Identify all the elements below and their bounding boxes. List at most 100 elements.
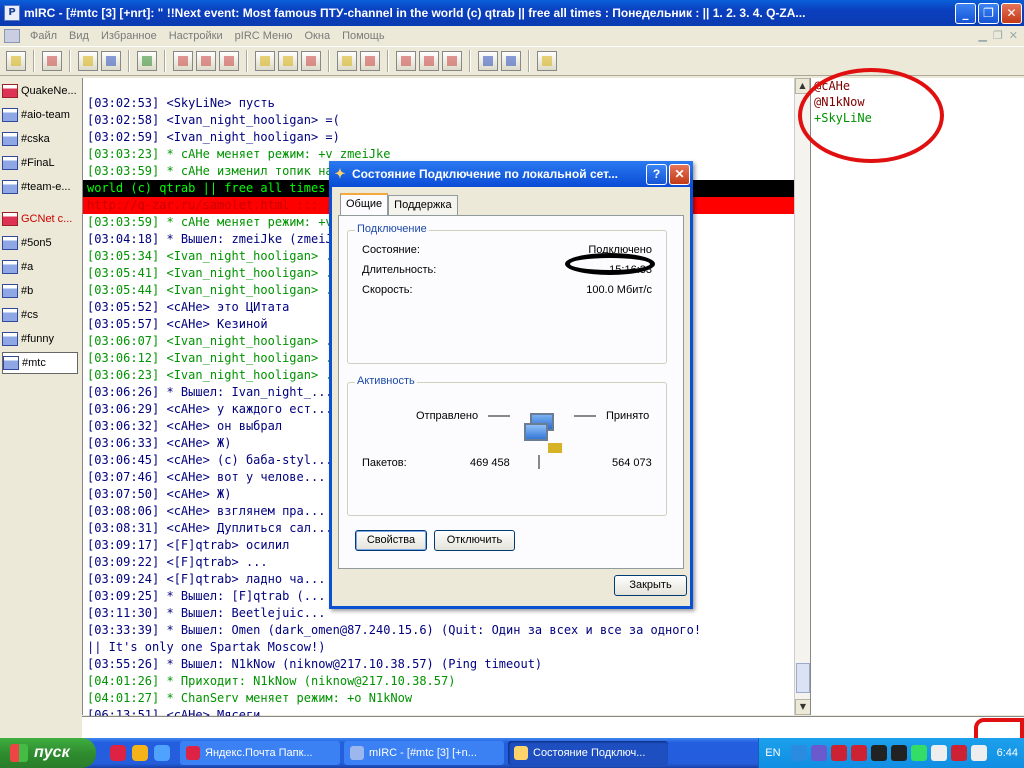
chat-scrollbar[interactable]: ▲ ▼ xyxy=(794,78,811,715)
tray-shield-icon[interactable] xyxy=(850,745,867,761)
tray-steam-icon[interactable] xyxy=(890,745,907,761)
switchbar-item[interactable]: #b xyxy=(2,280,78,302)
tray-k-icon[interactable] xyxy=(870,745,887,761)
switchbar-item-label: QuakeNe... xyxy=(21,85,77,97)
opera-icon[interactable] xyxy=(110,745,126,761)
speed-row: Скорость: 100.0 Мбит/с xyxy=(362,284,652,296)
popups-icon[interactable] xyxy=(278,51,298,71)
dialog-title: Состояние Подключение по локальной сет..… xyxy=(352,167,618,181)
help-button[interactable]: ? xyxy=(646,163,667,185)
properties-button[interactable]: Свойства xyxy=(355,530,427,551)
nick-list[interactable]: @cAHe @N1kNow +SkyLiNe xyxy=(810,78,1024,715)
mdi-close-icon[interactable]: ✕ xyxy=(1009,29,1018,42)
chat-line: [03:02:53] <SkyLiNe> пусть xyxy=(87,96,275,110)
help-icon[interactable] xyxy=(442,51,462,71)
dialog-close-text-button[interactable]: Закрыть xyxy=(614,575,687,596)
chat-line: [03:33:39] * Вышел: Omen (dark_omen@87.2… xyxy=(87,623,702,637)
mdi-restore-icon[interactable]: ❐ xyxy=(993,29,1003,42)
scripts-icon[interactable] xyxy=(301,51,321,71)
aliases-icon[interactable] xyxy=(255,51,275,71)
mdi-child-icon[interactable] xyxy=(4,28,20,43)
scroll-down-icon[interactable]: ▼ xyxy=(795,699,811,715)
channel-window-icon xyxy=(3,356,19,370)
sent-line xyxy=(488,415,510,417)
dcc-send-icon[interactable] xyxy=(337,51,357,71)
minimize-button[interactable]: _ xyxy=(955,2,976,24)
switchbar-item[interactable]: #FinaL xyxy=(2,152,78,174)
windows-logo-icon xyxy=(10,744,28,762)
received-line xyxy=(574,415,596,417)
maximize-button[interactable]: ❐ xyxy=(978,2,999,24)
log-icon[interactable] xyxy=(396,51,416,71)
dcc-chat-icon[interactable] xyxy=(360,51,380,71)
address-book-icon[interactable] xyxy=(137,51,157,71)
menu-file[interactable]: Файл xyxy=(24,30,63,42)
switchbar-item[interactable]: #cska xyxy=(2,128,78,150)
menu-view[interactable]: Вид xyxy=(63,30,95,42)
connect-icon[interactable] xyxy=(6,51,26,71)
tab-general[interactable]: Общие xyxy=(340,193,389,215)
language-indicator[interactable]: EN xyxy=(765,747,780,759)
tab-support[interactable]: Поддержка xyxy=(388,195,458,215)
switchbar: QuakeNe... #aio-team #cska #FinaL #team-… xyxy=(0,78,80,715)
options-icon[interactable] xyxy=(42,51,62,71)
toolbar-separator xyxy=(69,50,71,72)
switchbar-item[interactable]: #a xyxy=(2,256,78,278)
colors-icon[interactable] xyxy=(219,51,239,71)
tray-arrow-icon[interactable] xyxy=(790,745,807,761)
url-catcher-icon[interactable] xyxy=(419,51,439,71)
tray-gear-icon[interactable] xyxy=(910,745,927,761)
scroll-thumb[interactable] xyxy=(796,663,810,693)
received-label: Принято xyxy=(606,410,650,422)
network-cable xyxy=(548,443,562,453)
tray-mirc-icon[interactable] xyxy=(810,745,827,761)
task-label: mIRC - [#mtc [3] [+n... xyxy=(369,747,477,759)
about-icon[interactable] xyxy=(537,51,557,71)
tray-sound-icon[interactable] xyxy=(950,745,967,761)
opera-icon xyxy=(186,746,200,760)
switchbar-item[interactable]: #cs xyxy=(2,304,78,326)
menu-windows[interactable]: Окна xyxy=(299,30,337,42)
taskbar-task[interactable]: mIRC - [#mtc [3] [+n... xyxy=(344,741,504,765)
switchbar-item[interactable]: #aio-team xyxy=(2,104,78,126)
start-button[interactable]: пуск xyxy=(0,738,96,768)
connection-status-dialog: ✦ Состояние Подключение по локальной сет… xyxy=(329,161,693,609)
menu-bar: Файл Вид Избранное Настройки pIRC Меню О… xyxy=(0,26,1024,45)
computer-screen-front xyxy=(524,423,548,441)
mdi-minimize-icon[interactable]: ▁ xyxy=(978,29,986,42)
cascade-windows-icon[interactable] xyxy=(501,51,521,71)
black-scribble-annotation xyxy=(565,253,655,275)
tile-windows-icon[interactable] xyxy=(478,51,498,71)
channel-window-icon xyxy=(2,332,18,346)
channel-window-icon xyxy=(2,156,18,170)
tray-network-icon[interactable] xyxy=(970,745,987,761)
menu-settings[interactable]: Настройки xyxy=(163,30,229,42)
switchbar-item[interactable]: GCNet c... xyxy=(2,208,78,230)
timer-icon[interactable] xyxy=(196,51,216,71)
tray-antivirus-icon[interactable] xyxy=(830,745,847,761)
switchbar-item-label: #team-e... xyxy=(21,181,71,193)
mirc-app-icon[interactable]: P xyxy=(4,5,20,21)
tray-lifebuoy-icon[interactable] xyxy=(930,745,947,761)
packets-sent-value: 469 458 xyxy=(470,457,510,469)
favorites-icon[interactable] xyxy=(78,51,98,71)
switchbar-item[interactable]: #funny xyxy=(2,328,78,350)
channels-list-icon[interactable] xyxy=(101,51,121,71)
switchbar-item[interactable]: QuakeNe... xyxy=(2,80,78,102)
internet-explorer-icon[interactable] xyxy=(154,745,170,761)
switchbar-item[interactable]: #team-e... xyxy=(2,176,78,198)
taskbar-task[interactable]: Яндекс.Почта Папк... xyxy=(180,741,340,765)
switchbar-item-active[interactable]: #mtc xyxy=(2,352,78,374)
menu-favorites[interactable]: Избранное xyxy=(95,30,163,42)
taskbar-task-active[interactable]: Состояние Подключ... xyxy=(508,741,668,765)
menu-pirc[interactable]: pIRC Меню xyxy=(229,30,299,42)
network-computers-icon xyxy=(524,413,564,455)
message-input[interactable] xyxy=(82,716,1024,738)
switchbar-item[interactable]: #5on5 xyxy=(2,232,78,254)
disconnect-button[interactable]: Отключить xyxy=(434,530,515,551)
menu-help[interactable]: Помощь xyxy=(336,30,391,42)
close-button[interactable]: ✕ xyxy=(1001,2,1022,24)
dialog-close-button[interactable]: ✕ xyxy=(669,163,690,185)
notify-list-icon[interactable] xyxy=(173,51,193,71)
winamp-icon[interactable] xyxy=(132,745,148,761)
